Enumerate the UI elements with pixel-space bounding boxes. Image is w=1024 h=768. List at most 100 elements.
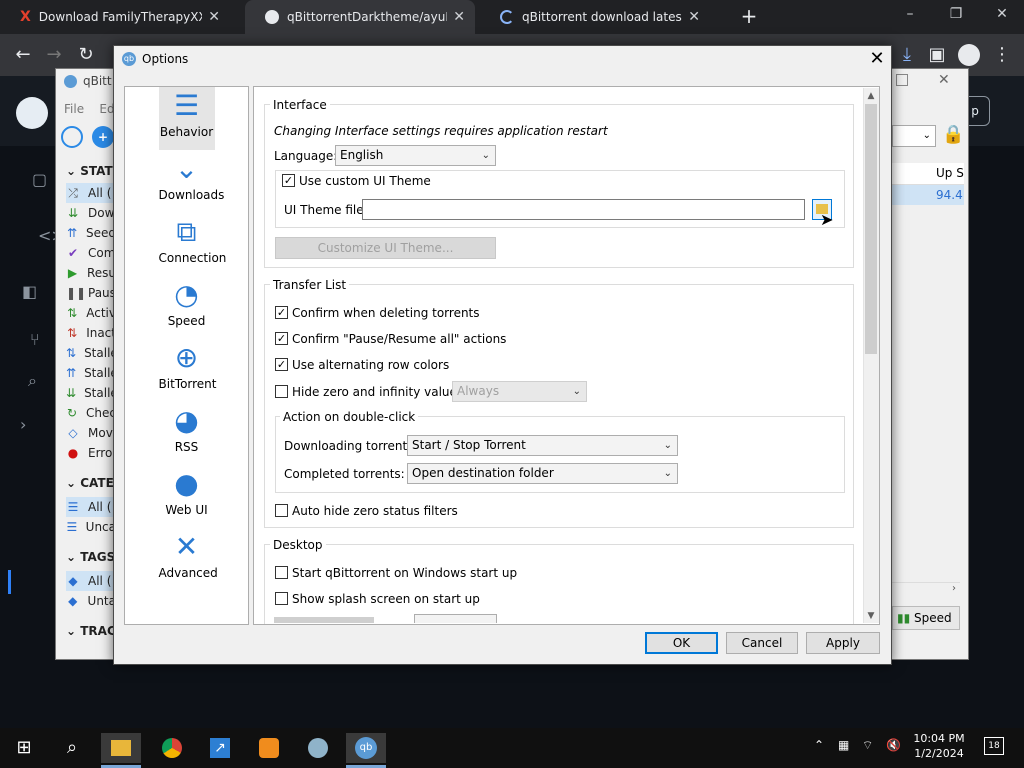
- chevrons-down-icon: ⌄: [174, 152, 199, 185]
- repo-icon[interactable]: ▢: [32, 170, 47, 189]
- start-on-startup-checkbox[interactable]: [275, 566, 288, 579]
- new-tab-button[interactable]: +: [738, 4, 760, 28]
- theme-file-input[interactable]: [362, 199, 805, 220]
- tab-close-icon[interactable]: ✕: [688, 9, 700, 25]
- forward-arrow-icon[interactable]: →: [43, 44, 65, 66]
- scroll-down-icon[interactable]: ▼: [864, 609, 878, 623]
- tray-volume-muted-icon[interactable]: 🔇: [886, 738, 901, 752]
- category-downloads[interactable]: ⌄ Downloads: [125, 150, 248, 213]
- status-all[interactable]: ⤮ All (: [66, 183, 116, 203]
- category-advanced[interactable]: ✕ Advanced: [125, 528, 248, 591]
- tray-network-icon[interactable]: ▦: [838, 738, 849, 752]
- globe-app-icon[interactable]: [298, 733, 338, 763]
- confirm-delete-checkbox[interactable]: ✓: [275, 306, 288, 319]
- windows-start-icon[interactable]: ⊞: [4, 733, 44, 763]
- ok-button[interactable]: OK: [645, 632, 718, 654]
- status-seeding[interactable]: ⇈ Seed: [66, 223, 116, 243]
- speed-tab[interactable]: ▮▮ Speed: [892, 606, 960, 630]
- completed-torrents-label: Completed torrents:: [284, 467, 405, 481]
- customize-theme-button[interactable]: Customize UI Theme...: [275, 237, 496, 259]
- category-behavior[interactable]: ☰ Behavior: [125, 87, 248, 150]
- trackers-header: ⌄ TRAC: [66, 624, 116, 636]
- auto-hide-checkbox[interactable]: [275, 504, 288, 517]
- tag-untagged[interactable]: ◆ Unta: [66, 591, 116, 611]
- search-icon[interactable]: ⌕: [52, 733, 92, 763]
- status-errored[interactable]: ● Erro: [66, 443, 116, 463]
- status-stalled[interactable]: ⇅ Stalle: [66, 343, 116, 363]
- category-uncategorized[interactable]: ☰ Unca: [66, 517, 116, 537]
- qb-filter-combo[interactable]: ⌄: [892, 125, 936, 147]
- status-downloading[interactable]: ⇊ Dow: [66, 203, 116, 223]
- tag-all[interactable]: ◆ All (: [66, 571, 116, 591]
- status-completed[interactable]: ✔ Com: [66, 243, 116, 263]
- scrollbar-thumb[interactable]: [865, 104, 877, 354]
- status-stalled-downloading[interactable]: ⇊ Stalle: [66, 383, 116, 403]
- hide-zero-select[interactable]: Always ⌄: [452, 381, 587, 402]
- confirm-pause-checkbox[interactable]: ✓: [275, 332, 288, 345]
- tree-chevron-icon[interactable]: ›: [20, 415, 26, 434]
- add-torrent-icon[interactable]: +: [92, 126, 114, 148]
- minimize-button[interactable]: –: [896, 6, 924, 26]
- column-up-speed[interactable]: Up S: [936, 166, 964, 180]
- github-logo-icon[interactable]: [16, 97, 48, 129]
- panel-toggle-icon[interactable]: ◧: [22, 282, 37, 301]
- tray-wifi-icon[interactable]: ⌔: [862, 738, 873, 753]
- cut-off-select[interactable]: [414, 614, 497, 623]
- status-stalled-uploading[interactable]: ⇈ Stalle: [66, 363, 116, 383]
- download-icon[interactable]: ⤓: [896, 44, 918, 66]
- language-select[interactable]: English ⌄: [335, 145, 496, 166]
- tab-close-icon[interactable]: ✕: [208, 9, 220, 25]
- qbittorrent-icon[interactable]: qb: [346, 733, 386, 763]
- back-arrow-icon[interactable]: ←: [12, 44, 34, 66]
- sublime-icon[interactable]: [249, 733, 289, 763]
- category-speed[interactable]: ◔ Speed: [125, 276, 248, 339]
- status-moving[interactable]: ◇ Mov: [66, 423, 116, 443]
- alternating-rows-checkbox[interactable]: ✓: [275, 358, 288, 371]
- browser-tab-1[interactable]: X Download FamilyTherapyXXX 24 ✕: [0, 0, 230, 34]
- speed-chart-icon: ▮▮: [897, 611, 915, 625]
- app-arrow-icon[interactable]: ↗: [200, 733, 240, 763]
- side-panel-icon[interactable]: ▣: [926, 44, 948, 66]
- browser-tab-2[interactable]: qBittorrentDarktheme/ayuDark.c ✕: [245, 0, 475, 34]
- status-checking[interactable]: ↻ Chec: [66, 403, 116, 423]
- browser-menu-icon[interactable]: ⋮: [991, 44, 1013, 66]
- tab-close-icon[interactable]: ✕: [453, 9, 465, 25]
- category-web-ui[interactable]: ● Web UI: [125, 465, 248, 528]
- lock-icon[interactable]: 🔒: [942, 124, 964, 148]
- tray-chevron-icon[interactable]: ⌃: [814, 738, 824, 752]
- notification-center-icon[interactable]: 18: [984, 737, 1004, 755]
- hide-zero-checkbox[interactable]: [275, 385, 288, 398]
- chrome-icon[interactable]: [152, 733, 192, 763]
- menu-file[interactable]: File: [64, 102, 84, 116]
- profile-avatar-icon[interactable]: [958, 44, 980, 66]
- qb-hscroll-right-icon[interactable]: ›: [892, 582, 960, 598]
- branch-icon[interactable]: ⑂: [30, 330, 40, 349]
- apply-button[interactable]: Apply: [806, 632, 880, 654]
- category-connection[interactable]: ⧉ Connection: [125, 213, 248, 276]
- category-rss[interactable]: ◕ RSS: [125, 402, 248, 465]
- qb-close-icon[interactable]: ✕: [938, 72, 950, 88]
- status-resumed[interactable]: ▶ Resu: [66, 263, 116, 283]
- add-link-icon[interactable]: [61, 126, 83, 148]
- qb-maximize-icon[interactable]: [896, 74, 908, 86]
- scroll-up-icon[interactable]: ▲: [864, 89, 878, 103]
- status-inactive[interactable]: ⇅ Inact: [66, 323, 116, 343]
- status-paused[interactable]: ❚❚ Paus: [66, 283, 116, 303]
- search-icon[interactable]: ⌕: [28, 371, 37, 391]
- splash-screen-checkbox[interactable]: [275, 592, 288, 605]
- taskbar-clock[interactable]: 10:04 PM 1/2/2024: [908, 732, 970, 760]
- status-active[interactable]: ⇅ Activ: [66, 303, 116, 323]
- use-custom-theme-checkbox[interactable]: ✓: [282, 174, 295, 187]
- desktop-group: [264, 544, 854, 624]
- category-all[interactable]: ☰ All (: [66, 497, 116, 517]
- cancel-button[interactable]: Cancel: [726, 632, 798, 654]
- dialog-close-icon[interactable]: ✕: [866, 48, 888, 70]
- browser-tab-3[interactable]: qBittorrent download latest vers ✕: [480, 0, 710, 34]
- downloading-action-select[interactable]: Start / Stop Torrent ⌄: [407, 435, 678, 456]
- reload-icon[interactable]: ↻: [75, 44, 97, 66]
- completed-action-select[interactable]: Open destination folder ⌄: [407, 463, 678, 484]
- file-explorer-icon[interactable]: [101, 733, 141, 763]
- close-window-button[interactable]: ✕: [988, 6, 1016, 26]
- category-bittorrent[interactable]: ⊕ BitTorrent: [125, 339, 248, 402]
- restore-button[interactable]: ❐: [942, 6, 970, 26]
